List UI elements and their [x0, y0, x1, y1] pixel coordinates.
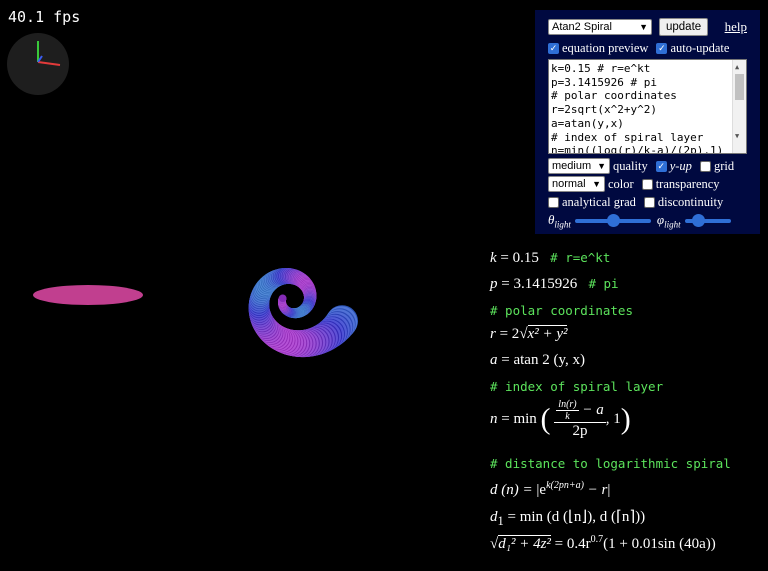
comment-polar: # polar coordinates — [490, 303, 633, 318]
eq-a: a = atan 2 (y, x) — [490, 352, 585, 368]
theta-light-label: θlight — [548, 212, 571, 230]
control-panel: Atan2 Spiral ▼ update help ✓ equation pre… — [535, 10, 760, 234]
chevron-down-icon: ▼ — [592, 179, 601, 189]
update-button[interactable]: update — [659, 18, 709, 36]
phi-light-slider[interactable] — [684, 213, 731, 227]
code-line: # index of spiral layer — [551, 130, 704, 144]
fps-counter: 40.1 fps — [8, 8, 81, 26]
code-line: k=0.15 # r=e^kt — [551, 62, 651, 75]
code-line: a=atan(y,x) — [551, 116, 624, 130]
phi-slider-handle[interactable] — [692, 213, 706, 227]
transparency-label: transparency — [655, 176, 720, 191]
tube-segment — [278, 294, 287, 303]
chevron-down-icon: ▼ — [639, 22, 648, 32]
discontinuity-label: discontinuity — [657, 195, 724, 209]
eq-r: r = 2√x² + y² — [490, 325, 568, 342]
phi-light-label: φlight — [656, 212, 681, 230]
axes-gizmo[interactable] — [6, 32, 70, 96]
eq-n: n = min ( ln(r) k − a 2p , 1) — [490, 399, 631, 439]
tube-end-cap — [33, 285, 143, 305]
scroll-down-icon[interactable]: ▼ — [735, 130, 739, 144]
scroll-up-icon[interactable]: ▲ — [735, 61, 739, 75]
chevron-down-icon: ▼ — [597, 161, 606, 171]
equation-preview-label: equation preview — [562, 41, 649, 55]
code-line: r=2sqrt(x^2+y^2) — [551, 103, 657, 117]
code-line: n=min((log(r)/k-a)/(2p),1) — [551, 144, 724, 154]
y-up-checkbox[interactable]: ✓ — [655, 160, 667, 172]
analytical-grad-checkbox[interactable] — [548, 197, 559, 208]
theta-light-slider[interactable] — [574, 213, 651, 227]
preset-selected-value: Atan2 Spiral — [552, 21, 612, 33]
spiral-surface — [248, 268, 358, 358]
preset-select[interactable]: Atan2 Spiral ▼ — [548, 19, 652, 35]
quality-label: quality — [613, 158, 648, 173]
auto-update-checkbox[interactable]: ✓ — [656, 43, 668, 54]
eq-d1: d1 = min (d (⌊n⌋), d (⌈n⌉)) — [490, 509, 646, 528]
grid-label: grid — [713, 158, 735, 173]
theta-slider-handle[interactable] — [606, 213, 620, 227]
transparency-checkbox[interactable] — [641, 178, 653, 190]
quality-select[interactable]: medium ▼ — [548, 158, 610, 174]
color-selected-value: normal — [552, 178, 586, 190]
analytical-grad-label: analytical grad — [562, 195, 636, 209]
quality-selected-value: medium — [552, 160, 592, 172]
comment-index: # index of spiral layer — [490, 379, 664, 394]
code-line: # polar coordinates — [551, 89, 677, 103]
editor-scrollbar[interactable]: ▲ ▼ — [732, 60, 746, 153]
color-label: color — [608, 176, 634, 191]
auto-update-label: auto-update — [670, 41, 730, 55]
grid-checkbox[interactable] — [699, 160, 711, 172]
eq-final: √d₁² + 4z² = 0.4r0.7(1 + 0.01sin (40a)) — [490, 534, 716, 552]
color-select[interactable]: normal ▼ — [548, 176, 605, 192]
comment-distance: # distance to logarithmic spiral — [490, 456, 731, 471]
help-link[interactable]: help — [725, 19, 747, 35]
y-up-label: y-up — [669, 158, 692, 173]
eq-k: k = 0.15 # r=e^kt — [490, 250, 611, 266]
equation-preview-checkbox[interactable]: ✓ — [548, 43, 559, 54]
eq-p: p = 3.1415926 # pi — [490, 276, 619, 292]
eq-d: d (n) = |ek(2pn+a) − r| — [490, 480, 611, 498]
discontinuity-checkbox[interactable] — [643, 197, 655, 208]
code-line: p=3.1415926 # pi — [551, 75, 657, 89]
equation-editor[interactable]: k=0.15 # r=e^kt p=3.1415926 # pi # polar c… — [548, 59, 747, 154]
